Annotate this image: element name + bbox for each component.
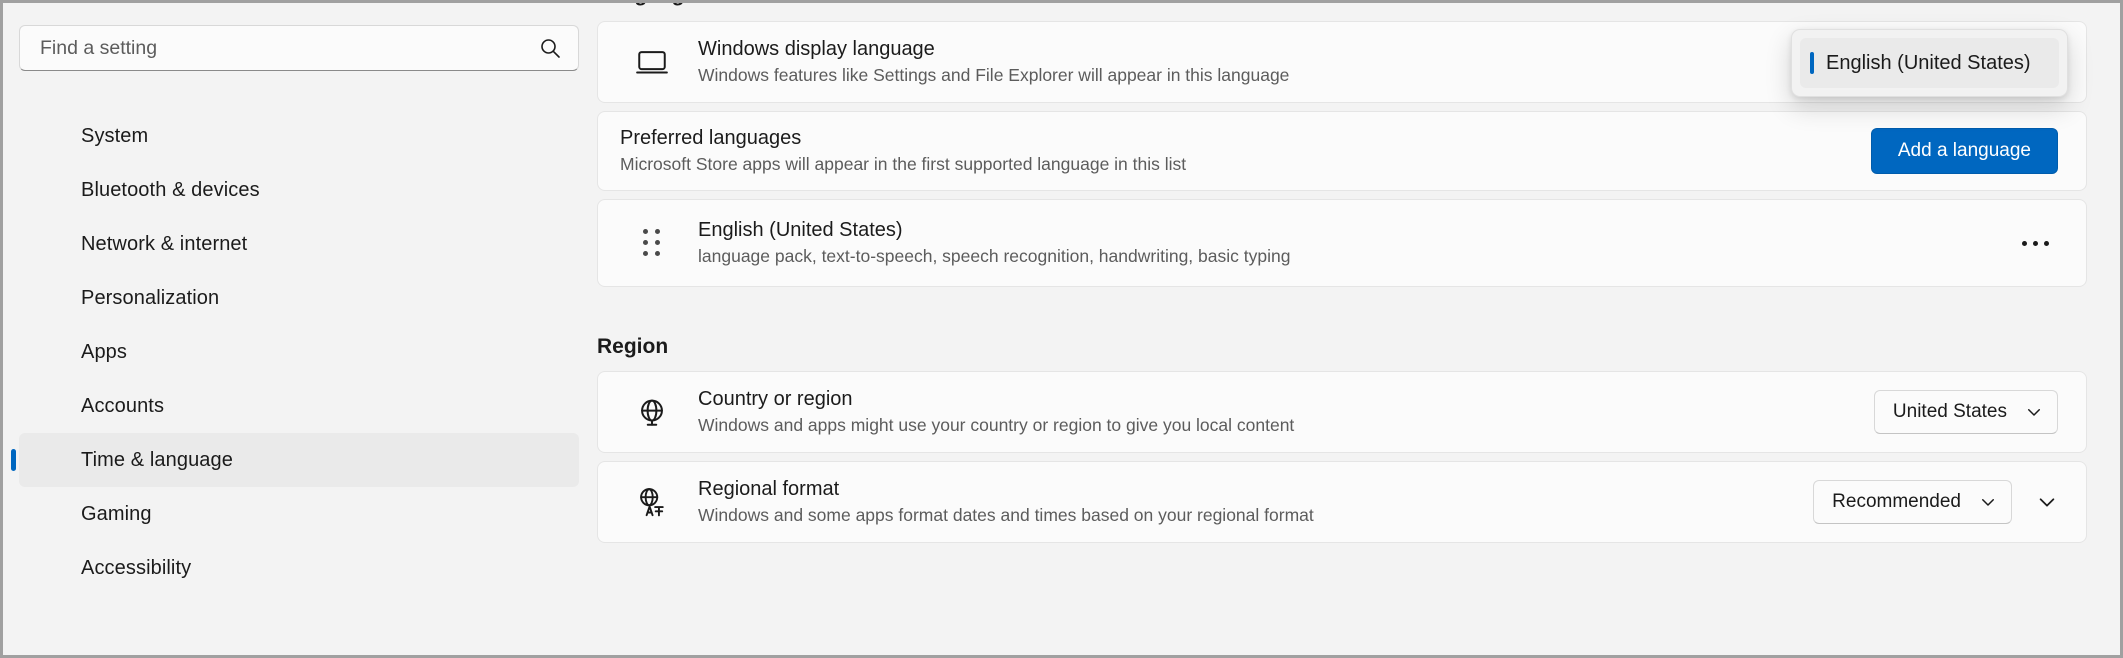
- card-subtitle: Windows and apps might use your country …: [698, 415, 1874, 437]
- sidebar-item-network-internet[interactable]: Network & internet: [19, 217, 579, 271]
- display-language-dropdown-flyout[interactable]: English (United States): [1791, 29, 2068, 97]
- content-scroll-region[interactable]: Language Windows display language Window…: [597, 3, 2087, 655]
- country-or-region-card: Country or region Windows and apps might…: [597, 371, 2087, 453]
- language-name: English (United States): [698, 218, 2012, 243]
- content-area: Language Windows display language Window…: [597, 3, 2120, 655]
- add-a-language-button[interactable]: Add a language: [1871, 128, 2058, 174]
- chevron-down-icon: [2025, 403, 2043, 421]
- language-features: language pack, text-to-speech, speech re…: [698, 246, 2012, 268]
- preferred-languages-card: Preferred languages Microsoft Store apps…: [597, 111, 2087, 191]
- sidebar-item-system[interactable]: System: [19, 109, 579, 163]
- sidebar-item-label: Bluetooth & devices: [81, 179, 260, 202]
- sidebar-item-bluetooth-devices[interactable]: Bluetooth & devices: [19, 163, 579, 217]
- sidebar-item-label: Gaming: [81, 503, 152, 526]
- card-title: Preferred languages: [620, 126, 1871, 151]
- sidebar-item-label: Apps: [81, 341, 127, 364]
- search-input[interactable]: [40, 37, 538, 60]
- region-section-heading: Region: [597, 335, 2087, 359]
- sidebar-item-accessibility[interactable]: Accessibility: [19, 541, 579, 595]
- sidebar-item-label: System: [81, 125, 148, 148]
- country-or-region-dropdown[interactable]: United States: [1874, 390, 2058, 434]
- search-box[interactable]: [19, 25, 579, 71]
- card-text: Regional format Windows and some apps fo…: [698, 477, 1813, 527]
- card-actions: United States: [1874, 390, 2058, 434]
- sidebar-item-label: Accounts: [81, 395, 164, 418]
- sidebar-nav: System Bluetooth & devices Network & inter…: [3, 109, 597, 595]
- ellipsis-icon[interactable]: [2012, 220, 2058, 266]
- chevron-down-icon: [1979, 493, 1997, 511]
- regional-format-value: Recommended: [1832, 491, 1961, 513]
- sidebar-item-label: Personalization: [81, 287, 219, 310]
- regional-format-dropdown[interactable]: Recommended: [1813, 480, 2012, 524]
- drag-handle-icon[interactable]: [632, 229, 672, 257]
- translate-globe-icon: [632, 485, 672, 519]
- card-actions: [2012, 220, 2058, 266]
- card-title: Regional format: [698, 477, 1813, 502]
- language-list-item[interactable]: English (United States) language pack, t…: [597, 199, 2087, 287]
- flyout-option-label: English (United States): [1826, 52, 2031, 75]
- sidebar-item-label: Accessibility: [81, 557, 191, 580]
- regional-format-card: Regional format Windows and some apps fo…: [597, 461, 2087, 543]
- settings-window: System Bluetooth & devices Network & inter…: [0, 0, 2123, 658]
- monitor-icon: [632, 45, 672, 79]
- sidebar-item-accounts[interactable]: Accounts: [19, 379, 579, 433]
- card-text: English (United States) language pack, t…: [698, 218, 2012, 268]
- sidebar-item-apps[interactable]: Apps: [19, 325, 579, 379]
- expand-regional-format-icon[interactable]: [2036, 491, 2058, 513]
- card-actions: Add a language: [1871, 128, 2058, 174]
- card-subtitle: Windows and some apps format dates and t…: [698, 505, 1813, 527]
- search-icon[interactable]: [538, 36, 562, 60]
- card-text: Preferred languages Microsoft Store apps…: [620, 126, 1871, 176]
- language-section-heading: Language: [597, 3, 696, 7]
- sidebar-item-label: Network & internet: [81, 233, 247, 256]
- country-or-region-value: United States: [1893, 401, 2007, 423]
- card-text: Country or region Windows and apps might…: [698, 387, 1874, 437]
- globe-icon: [632, 395, 672, 429]
- flyout-option-english-united-states[interactable]: English (United States): [1800, 38, 2059, 88]
- card-title: Country or region: [698, 387, 1874, 412]
- card-subtitle: Microsoft Store apps will appear in the …: [620, 154, 1871, 176]
- sidebar-item-personalization[interactable]: Personalization: [19, 271, 579, 325]
- sidebar: System Bluetooth & devices Network & inter…: [3, 3, 597, 655]
- sidebar-item-time-language[interactable]: Time & language: [19, 433, 579, 487]
- sidebar-item-label: Time & language: [81, 449, 233, 472]
- sidebar-item-gaming[interactable]: Gaming: [19, 487, 579, 541]
- card-actions: Recommended: [1813, 480, 2058, 524]
